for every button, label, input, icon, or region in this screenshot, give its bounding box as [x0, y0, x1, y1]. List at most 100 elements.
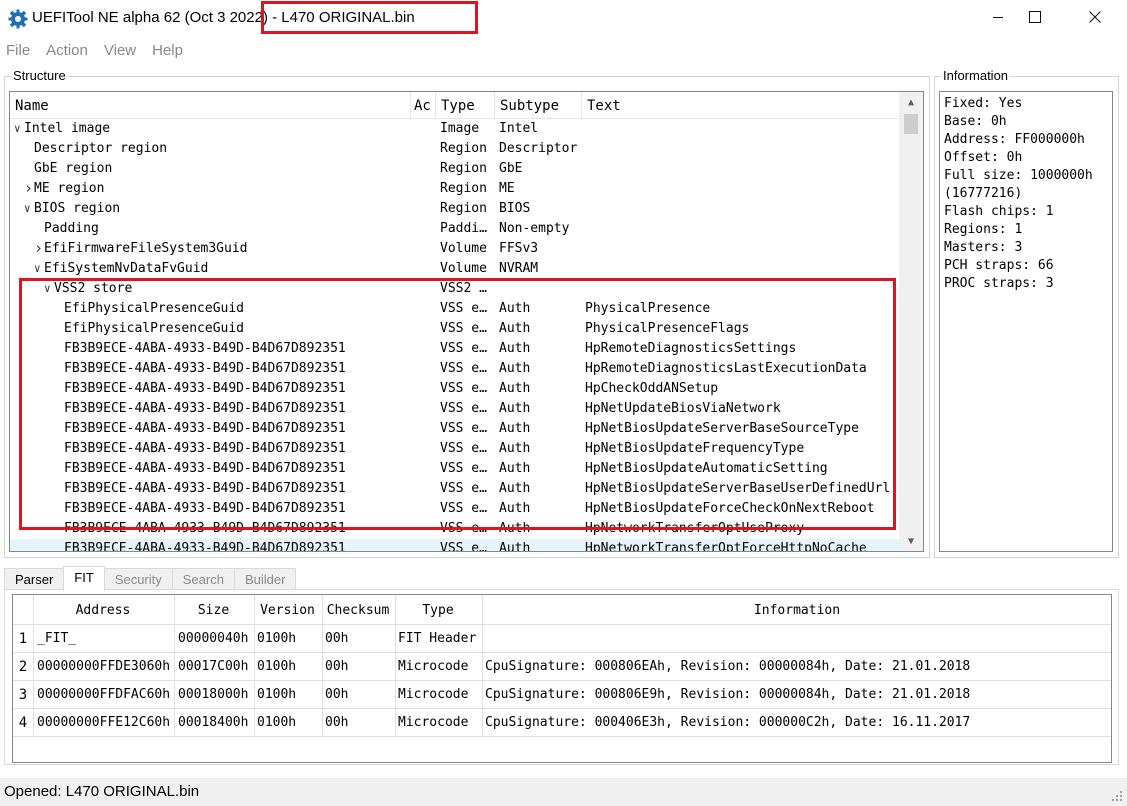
tab-fit[interactable]: FIT	[63, 566, 105, 591]
menu-action[interactable]: Action	[40, 38, 94, 64]
tree-cell-subtype: Auth	[499, 401, 531, 416]
tree-row[interactable]: FB3B9ECE-4ABA-4933-B49D-B4D67D892351 VSS …	[10, 539, 899, 552]
expanded-arrow-icon[interactable]: ∨	[44, 282, 54, 296]
scroll-up-icon[interactable]: ▲	[899, 92, 923, 112]
tree-row[interactable]: ∨ BIOS region Region BIOS	[10, 199, 899, 219]
tree-cell-subtype: Auth	[499, 541, 531, 552]
fit-cell-type: Microcode	[398, 659, 469, 674]
fit-cell-version: 0100h	[257, 659, 297, 674]
column-divider	[435, 92, 436, 118]
expanded-arrow-icon[interactable]: ∨	[34, 262, 44, 276]
close-button[interactable]	[1072, 0, 1118, 34]
tree-row[interactable]: FB3B9ECE-4ABA-4933-B49D-B4D67D892351 VSS …	[10, 439, 899, 459]
tree-row[interactable]: FB3B9ECE-4ABA-4933-B49D-B4D67D892351 VSS …	[10, 359, 899, 379]
tab-search[interactable]: Search	[171, 568, 235, 590]
fit-cell-size: 00017C00h	[178, 659, 249, 674]
tree-row[interactable]: › ME region Region ME	[10, 179, 899, 199]
tree-row[interactable]: FB3B9ECE-4ABA-4933-B49D-B4D67D892351 VSS …	[10, 419, 899, 439]
tab-parser[interactable]: Parser	[4, 568, 65, 590]
minimize-icon	[993, 17, 1003, 18]
tree-row[interactable]: Padding Paddi… Non-empty	[10, 219, 899, 239]
scroll-down-icon[interactable]: ▼	[899, 531, 923, 551]
tree-cell-name: FB3B9ECE-4ABA-4933-B49D-B4D67D892351	[64, 341, 346, 356]
collapsed-arrow-icon[interactable]: ›	[24, 179, 34, 197]
tree-cell-text: HpNetworkTransferOptUseProxy	[585, 521, 805, 536]
info-line: Regions: 1	[944, 222, 1023, 237]
bottom-tabs: Parser FIT Security Search Builder	[4, 566, 297, 591]
tree-row[interactable]: ∨ Intel image Image Intel	[10, 119, 899, 139]
fit-column-size[interactable]: Size	[174, 603, 253, 618]
tree-cell-type: VSS e…	[440, 461, 487, 476]
tree-row[interactable]: EfiPhysicalPresenceGuid VSS e… Auth Physica…	[10, 319, 899, 339]
tree-row[interactable]: ∨ EfiSystemNvDataFvGuid Volume NVRAM	[10, 259, 899, 279]
column-subtype[interactable]: Subtype	[500, 98, 559, 114]
fit-row[interactable]: 3 00000000FFDFAC60h 00018000h 0100h 00h Micro…	[13, 681, 1111, 709]
tree-cell-type: Region	[440, 141, 487, 156]
fit-column-information[interactable]: Information	[482, 603, 1111, 618]
resize-grip-icon[interactable]	[1111, 790, 1123, 802]
tree-cell-type: Region	[440, 201, 487, 216]
expanded-arrow-icon[interactable]: ∨	[14, 122, 24, 136]
tree-cell-name: FB3B9ECE-4ABA-4933-B49D-B4D67D892351	[64, 541, 346, 552]
fit-column-version[interactable]: Version	[254, 603, 321, 618]
tree-cell-name: FB3B9ECE-4ABA-4933-B49D-B4D67D892351	[64, 481, 346, 496]
fit-cell-address: 00000000FFDFAC60h	[37, 687, 171, 702]
tree-cell-type: VSS e…	[440, 421, 487, 436]
tree-row[interactable]: FB3B9ECE-4ABA-4933-B49D-B4D67D892351 VSS …	[10, 479, 899, 499]
tree-row[interactable]: EfiPhysicalPresenceGuid VSS e… Auth Physica…	[10, 299, 899, 319]
fit-table[interactable]: Address Size Version Checksum Type Infor…	[12, 594, 1112, 763]
tree-cell-name: EfiPhysicalPresenceGuid	[64, 301, 245, 316]
menu-file[interactable]: File	[0, 38, 36, 64]
tree-row[interactable]: Descriptor region Region Descriptor	[10, 139, 899, 159]
fit-cell-version: 0100h	[257, 687, 297, 702]
tab-security[interactable]: Security	[103, 568, 173, 590]
tree-cell-name: FB3B9ECE-4ABA-4933-B49D-B4D67D892351	[64, 361, 346, 376]
scrollbar-thumb[interactable]	[904, 114, 918, 134]
fit-row-number: 4	[18, 715, 28, 731]
maximize-button[interactable]	[1012, 0, 1058, 34]
tree-row[interactable]: FB3B9ECE-4ABA-4933-B49D-B4D67D892351 VSS …	[10, 339, 899, 359]
fit-column-checksum[interactable]: Checksum	[322, 603, 394, 618]
column-text[interactable]: Text	[587, 98, 621, 114]
tree-row[interactable]: FB3B9ECE-4ABA-4933-B49D-B4D67D892351 VSS …	[10, 499, 899, 519]
collapsed-arrow-icon[interactable]: ›	[34, 239, 44, 257]
menu-view[interactable]: View	[98, 38, 142, 64]
info-line: Full size: 1000000h	[944, 168, 1093, 183]
fit-row[interactable]: 1 _FIT_ 00000040h 0100h 00h FIT Header	[13, 625, 1111, 653]
tree-row[interactable]: FB3B9ECE-4ABA-4933-B49D-B4D67D892351 VSS …	[10, 399, 899, 419]
tree-row[interactable]: ∨ VSS2 store VSS2 …	[10, 279, 899, 299]
column-action[interactable]: Ac	[414, 98, 431, 114]
tree-row[interactable]: GbE region Region GbE	[10, 159, 899, 179]
tree-row[interactable]: FB3B9ECE-4ABA-4933-B49D-B4D67D892351 VSS …	[10, 519, 899, 539]
tree-row[interactable]: FB3B9ECE-4ABA-4933-B49D-B4D67D892351 VSS …	[10, 459, 899, 479]
tree-vertical-scrollbar[interactable]: ▲ ▼	[899, 92, 923, 551]
info-line: Fixed: Yes	[944, 96, 1023, 111]
tree-header: Name Ac Type Subtype Text	[10, 92, 899, 119]
gear-icon	[8, 9, 28, 29]
fit-column-divider	[174, 595, 175, 735]
tree-cell-type: VSS e…	[440, 381, 487, 396]
tree-cell-name: Descriptor region	[34, 141, 168, 156]
fit-row[interactable]: 2 00000000FFDE3060h 00017C00h 0100h 00h Micro…	[13, 653, 1111, 681]
fit-row[interactable]: 4 00000000FFE12C60h 00018400h 0100h 00h Micro…	[13, 709, 1111, 737]
tree-cell-subtype: Auth	[499, 501, 531, 516]
fit-cell-type: Microcode	[398, 715, 469, 730]
tree-cell-subtype: Intel	[499, 121, 539, 136]
tree-cell-subtype: BIOS	[499, 201, 531, 216]
column-type[interactable]: Type	[441, 98, 475, 114]
tab-builder[interactable]: Builder	[233, 568, 297, 590]
expanded-arrow-icon[interactable]: ∨	[24, 202, 34, 216]
tree-cell-type: VSS e…	[440, 401, 487, 416]
column-name[interactable]: Name	[15, 98, 49, 114]
tree-row[interactable]: › EfiFirmwareFileSystem3Guid Volume FFSv3	[10, 239, 899, 259]
menu-help[interactable]: Help	[146, 38, 189, 64]
fit-cell-type: FIT Header	[398, 631, 477, 646]
tree-row[interactable]: FB3B9ECE-4ABA-4933-B49D-B4D67D892351 VSS …	[10, 379, 899, 399]
information-panel: Fixed: Yes Base: 0h Address: FF000000h Offs…	[939, 91, 1113, 552]
fit-column-address[interactable]: Address	[33, 603, 173, 618]
info-line: Address: FF000000h	[944, 132, 1085, 147]
tree-cell-subtype: Auth	[499, 421, 531, 436]
fit-column-type[interactable]: Type	[395, 603, 481, 618]
structure-tree[interactable]: Name Ac Type Subtype Text ∨ Intel image Im…	[9, 91, 924, 552]
tree-cell-subtype: Descriptor	[499, 141, 578, 156]
